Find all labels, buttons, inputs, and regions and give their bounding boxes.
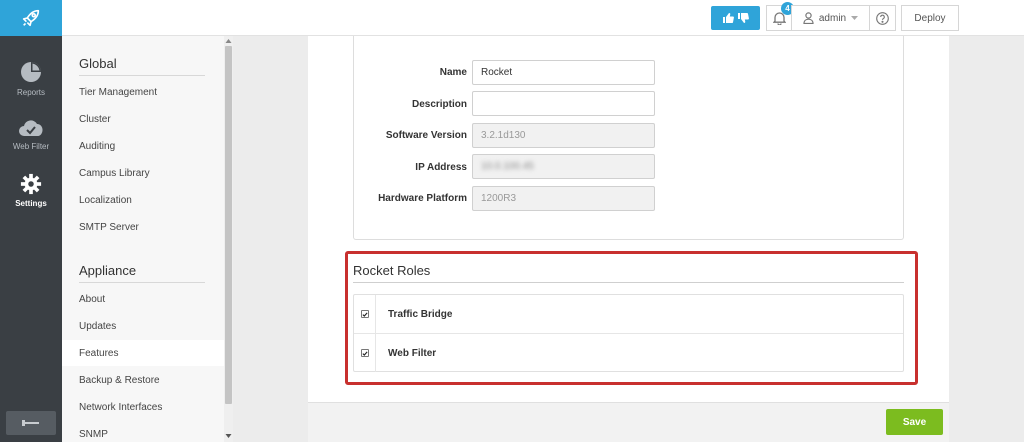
hardware-platform-label: Hardware Platform [378,193,467,204]
sidebar-item-tier-management[interactable]: Tier Management [62,79,224,105]
software-version-label: Software Version [385,130,467,141]
scrollbar-thumb[interactable] [225,46,232,404]
sidebar-item-about[interactable]: About [62,286,224,312]
check-icon [361,351,368,356]
divider [79,282,205,283]
app-logo[interactable] [0,0,62,36]
sidebar-item-updates[interactable]: Updates [62,313,224,339]
sidebar-item-backup-restore[interactable]: Backup & Restore [62,367,224,393]
scroll-down-icon [225,434,232,438]
check-icon [361,312,368,317]
main-nav-rail: Reports Web Filter Settings [0,0,62,442]
sidebar-scrollbar[interactable] [224,36,233,442]
ip-address-field: 10.0.100.45 [472,154,655,179]
help-icon [876,11,889,25]
thumbs-up-icon [723,13,734,23]
scroll-up-icon [225,39,232,43]
name-field[interactable]: Rocket [472,60,655,85]
rail-item-settings[interactable]: Settings [0,162,62,218]
pie-chart-icon [21,61,41,82]
action-footer [308,402,949,442]
rail-item-reports[interactable]: Reports [0,50,62,106]
user-icon [803,12,814,24]
divider [79,75,205,76]
settings-sidebar: Global Tier Management Cluster Auditing … [62,36,224,442]
hardware-platform-field: 1200R3 [472,186,655,211]
save-button[interactable]: Save [886,409,943,435]
checkbox[interactable] [360,349,369,357]
section-title-global: Global [79,56,117,71]
sidebar-item-snmp[interactable]: SNMP [62,421,224,442]
traffic-bridge-checkbox[interactable] [354,295,376,333]
roles-list: Traffic Bridge Web Filter [353,294,904,372]
description-label: Description [411,99,467,110]
thumbs-down-icon [738,13,749,23]
divider [353,282,904,283]
role-row-traffic-bridge: Traffic Bridge [354,295,903,333]
section-title-appliance: Appliance [79,263,137,278]
user-menu[interactable]: admin [791,5,870,31]
rail-item-web-filter[interactable]: Web Filter [0,106,62,162]
rail-item-label: Web Filter [12,141,50,151]
rocket-icon [22,9,40,27]
web-filter-checkbox[interactable] [354,334,376,372]
ip-address-label: IP Address [415,162,467,173]
help-button[interactable] [869,5,896,31]
role-row-web-filter: Web Filter [354,333,903,372]
name-label: Name [439,67,467,78]
sidebar-item-network-interfaces[interactable]: Network Interfaces [62,394,224,420]
role-label: Traffic Bridge [388,308,453,320]
rail-item-label: Reports [16,87,45,97]
collapse-nav-button[interactable] [6,411,56,435]
sidebar-item-smtp-server[interactable]: SMTP Server [62,214,224,240]
collapse-icon [22,420,39,426]
cloud-check-icon [19,119,43,136]
rail-item-label: Settings [15,198,47,208]
gear-icon [20,173,42,194]
rocket-roles-title: Rocket Roles [353,263,431,278]
username: admin [818,12,847,24]
sidebar-item-auditing[interactable]: Auditing [62,133,224,159]
software-version-field: 3.2.1d130 [472,123,655,148]
description-field[interactable] [472,91,655,116]
sidebar-item-features[interactable]: Features [62,340,224,366]
deploy-button[interactable]: Deploy [901,5,959,31]
feedback-button[interactable] [711,6,760,30]
sidebar-item-campus-library[interactable]: Campus Library [62,160,224,186]
sidebar-item-localization[interactable]: Localization [62,187,224,213]
sidebar-item-cluster[interactable]: Cluster [62,106,224,132]
caret-down-icon [851,16,859,20]
checkbox[interactable] [360,310,369,318]
role-label: Web Filter [388,347,437,359]
